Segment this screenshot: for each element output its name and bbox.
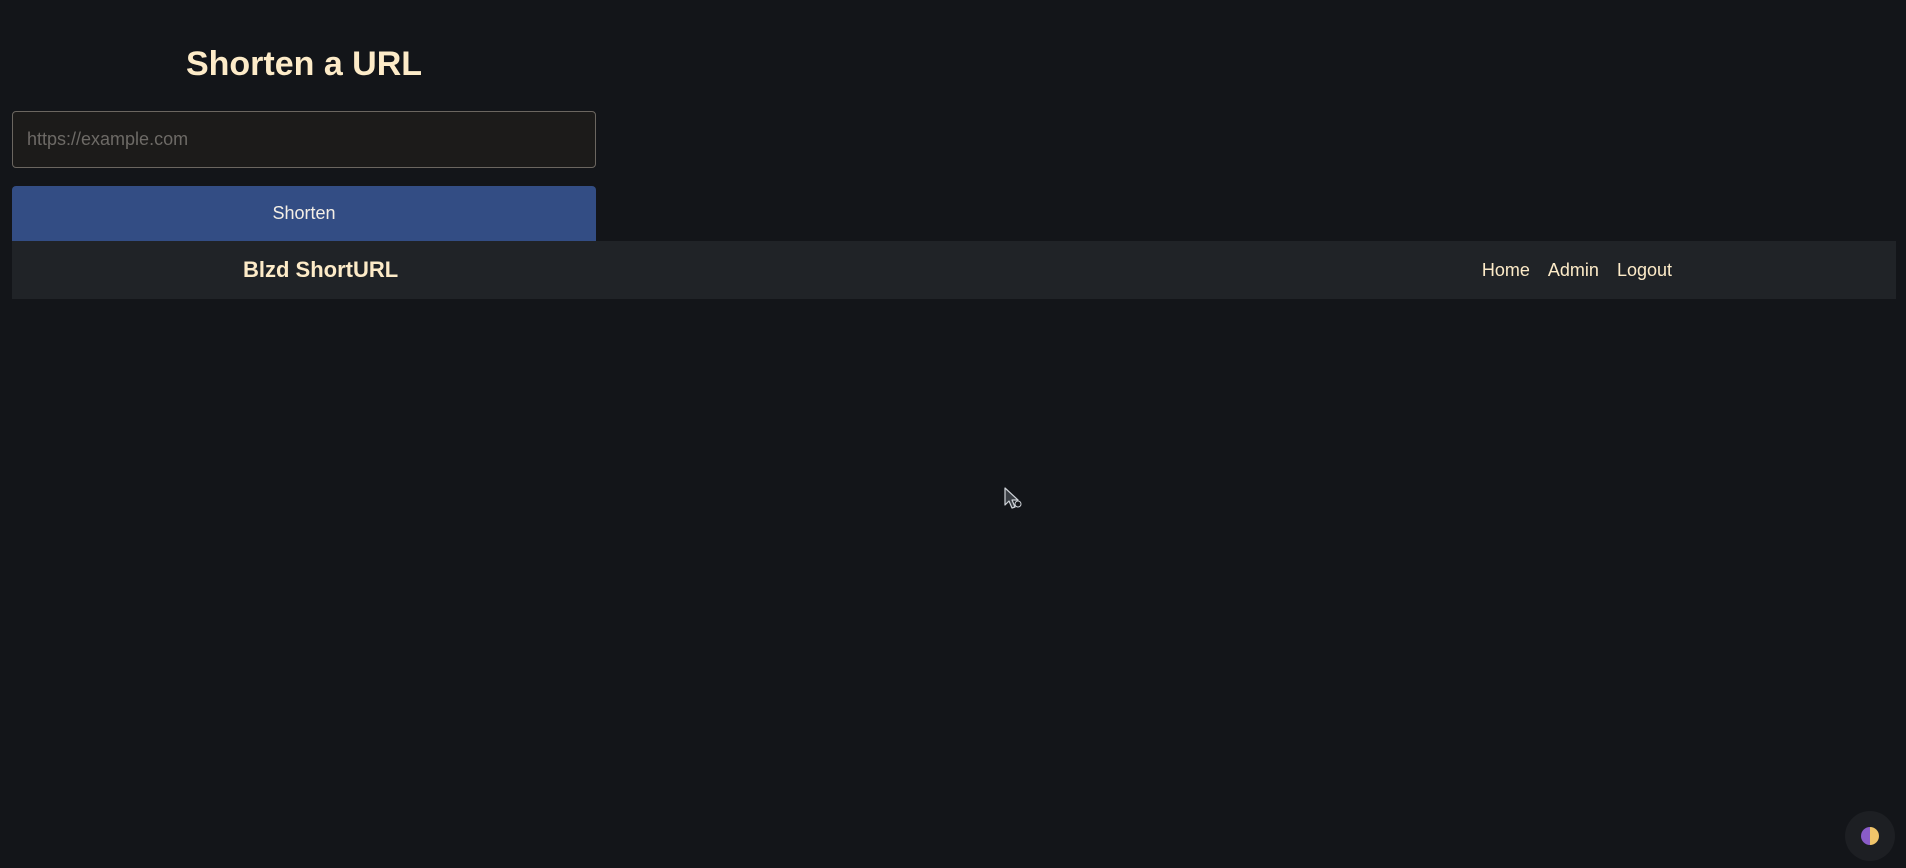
nav-link-admin[interactable]: Admin	[1548, 260, 1599, 281]
page-title: Shorten a URL	[185, 45, 423, 83]
nav-link-home[interactable]: Home	[1482, 260, 1530, 281]
brand-link[interactable]: Blzd ShortURL	[243, 241, 398, 299]
page: Shorten a URL Shorten Blzd ShortURL Home…	[0, 0, 1906, 868]
navbar: Blzd ShortURL Home Admin Logout	[12, 241, 1896, 299]
theme-toggle-button[interactable]	[1845, 811, 1895, 861]
nav-link-logout[interactable]: Logout	[1617, 260, 1672, 281]
shorten-button[interactable]: Shorten	[12, 186, 596, 241]
mouse-cursor-icon	[1004, 487, 1022, 509]
url-input[interactable]	[12, 111, 596, 168]
half-moon-icon	[1861, 827, 1879, 845]
nav-links: Home Admin Logout	[1482, 241, 1672, 299]
